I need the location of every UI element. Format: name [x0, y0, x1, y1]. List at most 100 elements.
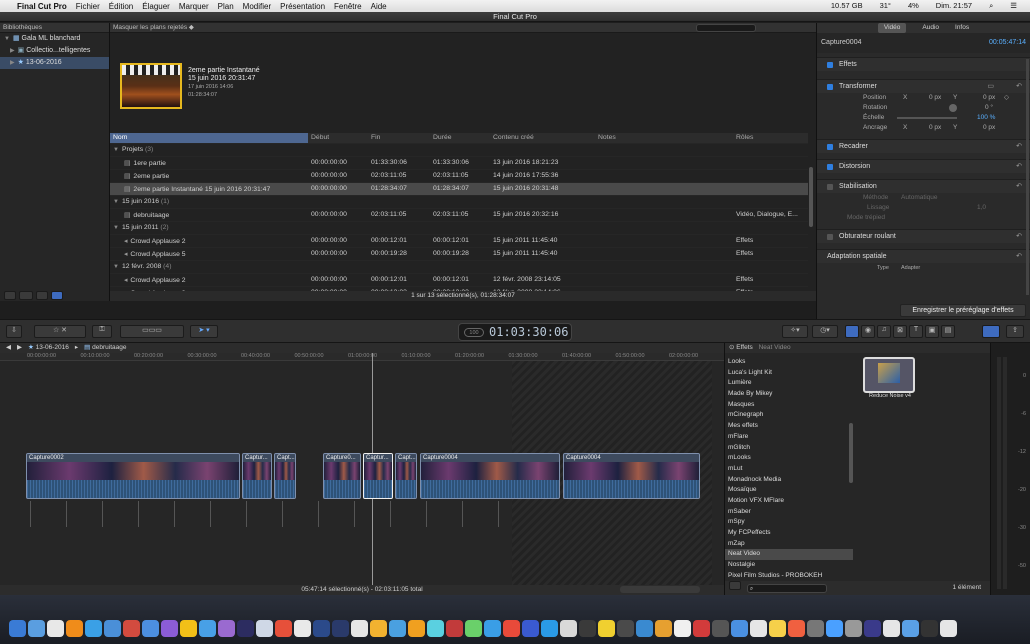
table-row[interactable]: ◂ Crowd Applause 2 00:00:00:00 00:00:12:01 0…	[110, 273, 808, 286]
crop-toggle[interactable]	[827, 144, 833, 150]
dock-app-icon[interactable]	[940, 619, 957, 637]
effect-category-item[interactable]: mFlare	[725, 432, 853, 443]
dock-app-icon[interactable]	[826, 619, 843, 637]
dock-app-icon[interactable]	[28, 619, 45, 637]
effect-thumbnail[interactable]	[863, 357, 915, 393]
distort-toggle[interactable]	[827, 164, 833, 170]
menu-aide[interactable]: Aide	[371, 2, 387, 11]
col-fin[interactable]: Fin	[368, 133, 430, 143]
table-row[interactable]: ▤ 2eme partie Instantané 15 juin 2016 20:…	[110, 182, 808, 195]
rolling-shutter-section[interactable]: Obturateur roulant ↶	[817, 229, 1030, 243]
dock-app-icon[interactable]	[560, 619, 577, 637]
keyframe-icon[interactable]: ◇	[1004, 93, 1009, 103]
timeline-clip[interactable]: Capture0004	[420, 453, 560, 499]
scale-slider[interactable]	[897, 117, 957, 119]
share-icon[interactable]: ⇪	[1006, 325, 1024, 338]
timeline-clip[interactable]: Capture0004	[563, 453, 700, 499]
table-row[interactable]: ◂ Crowd Applause 2 00:00:00:00 00:00:12:01 0…	[110, 234, 808, 247]
effect-category-item[interactable]: mSpy	[725, 517, 853, 528]
timeline-clip[interactable]: Capt...	[274, 453, 296, 499]
dock-app-icon[interactable]	[313, 619, 330, 637]
effects-toggle[interactable]	[827, 62, 833, 68]
menu-fichier[interactable]: Fichier	[76, 2, 100, 11]
rating-buttons[interactable]: ☆ ✕	[34, 325, 86, 338]
clock[interactable]: Dim. 21:57	[936, 1, 972, 11]
dock-app-icon[interactable]	[123, 619, 140, 637]
list-scrollbar[interactable]	[809, 167, 813, 227]
dock-app-icon[interactable]	[769, 619, 786, 637]
dock-app-icon[interactable]	[180, 619, 197, 637]
dock-app-icon[interactable]	[636, 619, 653, 637]
transform-section[interactable]: Transformer ▭ ↶	[817, 79, 1030, 93]
distort-section[interactable]: Distorsion ↶	[817, 159, 1030, 173]
dock-app-icon[interactable]	[199, 619, 216, 637]
grid-view-icon[interactable]	[51, 291, 63, 300]
search-icon[interactable]: ⌕	[989, 1, 993, 11]
table-row[interactable]: ▤ 2eme partie 00:00:00:00 02:03:11:05 02:03:…	[110, 169, 808, 182]
dock-app-icon[interactable]	[142, 619, 159, 637]
menu-plan[interactable]: Plan	[218, 2, 234, 11]
effect-category-item[interactable]: Monadnock Media	[725, 475, 853, 486]
list-group-row[interactable]: ▼ 15 juin 2011 (2)	[110, 221, 808, 234]
tab-audio[interactable]: Audio	[922, 23, 939, 33]
generators-browser-icon[interactable]: ▣	[925, 325, 939, 338]
breadcrumb-project[interactable]: ▤ debruitaage	[84, 343, 126, 353]
dock-app-icon[interactable]	[408, 619, 425, 637]
effect-category-item[interactable]: mGlitch	[725, 443, 853, 454]
edit-buttons[interactable]: ▭▭▭	[120, 325, 184, 338]
effects-list-scrollbar[interactable]	[849, 423, 853, 483]
tab-infos[interactable]: Infos	[955, 23, 969, 33]
stabilization-section[interactable]: Stabilisation ↶	[817, 179, 1030, 193]
rotation-dial[interactable]	[949, 104, 957, 112]
enhance-icon[interactable]: ✧▾	[782, 325, 808, 338]
crop-reset-icon[interactable]: ↶	[1016, 140, 1022, 154]
dock-app-icon[interactable]	[750, 619, 767, 637]
crop-section[interactable]: Recadrer ↶	[817, 139, 1030, 153]
effects-section[interactable]: Effets	[817, 57, 1030, 71]
action-gear-icon[interactable]	[19, 291, 33, 300]
menu-modifier[interactable]: Modifier	[243, 2, 271, 11]
dock-app-icon[interactable]	[921, 619, 938, 637]
effect-category-item[interactable]: mZap	[725, 539, 853, 550]
method-select[interactable]: Automatique	[901, 193, 938, 203]
nav-back-icon[interactable]: ◀	[6, 343, 11, 353]
menu-edition[interactable]: Édition	[109, 2, 133, 11]
effects-search[interactable]: ⌕	[746, 583, 827, 593]
list-view-icon[interactable]	[36, 291, 48, 300]
timeline-clip[interactable]: Captur...	[363, 453, 393, 499]
effect-category-item[interactable]: Looks	[725, 357, 853, 368]
table-row[interactable]: ▤ debruitaage 00:00:00:00 02:03:11:05 02:03:…	[110, 208, 808, 221]
col-nom[interactable]: Nom	[110, 133, 308, 143]
rolling-shutter-toggle[interactable]	[827, 234, 833, 240]
library-event[interactable]: ▶ ★ 13-06-2016	[0, 57, 109, 69]
effect-category-item[interactable]: mLooks	[725, 453, 853, 464]
col-contenu[interactable]: Contenu créé	[490, 133, 595, 143]
timeline-clip[interactable]: Capture0...	[323, 453, 361, 499]
effect-category-item[interactable]: Mes effets	[725, 421, 853, 432]
nav-forward-icon[interactable]: ▶	[17, 343, 22, 353]
menu-marquer[interactable]: Marquer	[179, 2, 209, 11]
retime-icon[interactable]: ◷▾	[812, 325, 838, 338]
effect-category-item[interactable]: Neat Video	[725, 549, 853, 561]
dock-app-icon[interactable]	[275, 619, 292, 637]
timeline-clip[interactable]: Capture0002	[26, 453, 240, 499]
effect-category-item[interactable]: Lumière	[725, 378, 853, 389]
dock-app-icon[interactable]	[104, 619, 121, 637]
keyword-icon[interactable]: ⚿	[92, 325, 112, 338]
select-tool-icon[interactable]: ➤ ▾	[190, 325, 218, 338]
menu-fenetre[interactable]: Fenêtre	[334, 2, 362, 11]
effect-category-item[interactable]: Motion VFX MFlare	[725, 496, 853, 507]
themes-browser-icon[interactable]: ▤	[941, 325, 955, 338]
photos-browser-icon[interactable]: ◉	[861, 325, 875, 338]
import-icon[interactable]: ⇩	[6, 325, 22, 338]
effect-category-item[interactable]: mSaber	[725, 507, 853, 518]
library-item[interactable]: ▼ ▦ Gala ML blanchard	[0, 33, 109, 45]
dock-app-icon[interactable]	[256, 619, 273, 637]
table-row[interactable]: ◂ Crowd Applause 5 00:00:00:00 00:00:19:28 0…	[110, 247, 808, 260]
dock-app-icon[interactable]	[864, 619, 881, 637]
effects-sidebar-toggle[interactable]	[729, 581, 741, 590]
dock-app-icon[interactable]	[47, 619, 64, 637]
dock-app-icon[interactable]	[522, 619, 539, 637]
timeline-clip[interactable]: Captur...	[242, 453, 272, 499]
library-smart-collections[interactable]: ▶ ▣ Collectio...telligentes	[0, 45, 109, 57]
